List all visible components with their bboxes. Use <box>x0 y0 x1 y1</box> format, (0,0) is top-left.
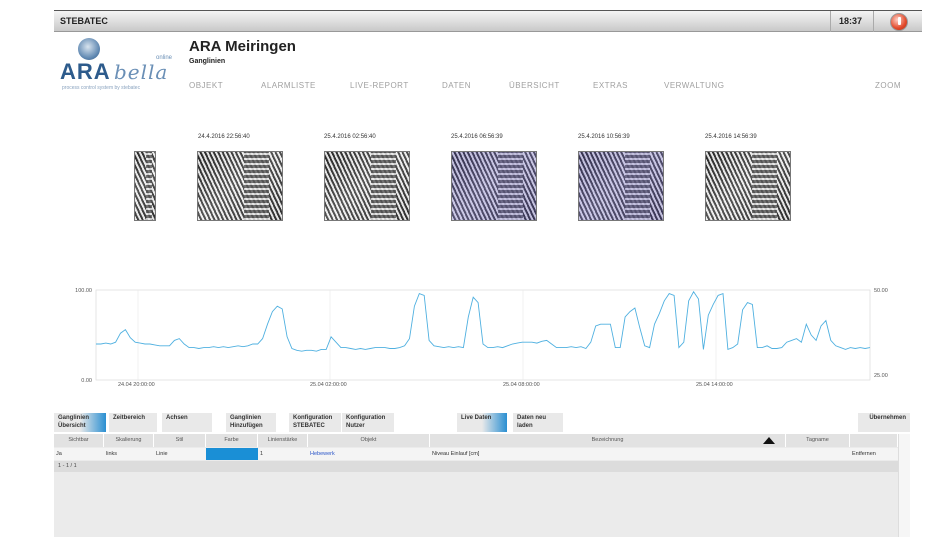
nav-objekt[interactable]: OBJEKT <box>189 81 223 90</box>
cell-bezeichnung: Niveau Einlauf [cm] <box>430 448 786 460</box>
y2-tick-label: 25.00 <box>874 373 888 379</box>
clock-box: 18:37 <box>830 11 874 32</box>
x-tick-label: 25.04 08:00:00 <box>503 382 540 388</box>
column-header-linienstaerke[interactable]: Linienstärke <box>258 434 308 447</box>
uebernehmen-button[interactable]: Übernehmen <box>858 413 910 432</box>
table-scrollbar[interactable] <box>898 434 910 537</box>
cell-linienstaerke[interactable]: 1 <box>258 448 308 460</box>
clock-time: 18:37 <box>839 16 863 26</box>
cell-stil[interactable]: Linie <box>154 448 206 460</box>
cell-skalierung[interactable]: links <box>104 448 154 460</box>
camera-image[interactable] <box>451 151 537 221</box>
ganglinien-uebersicht-button[interactable]: Ganglinien Übersicht <box>54 413 106 432</box>
ganglinien-hinzufuegen-button[interactable]: Ganglinien Hinzufügen <box>226 413 276 432</box>
nav-uebersicht[interactable]: ÜBERSICHT <box>509 81 560 90</box>
camera-image[interactable] <box>197 151 283 221</box>
logo-tagline: process control system by stebatec <box>62 85 141 91</box>
x-tick-label: 24.04 20:00:00 <box>118 382 155 388</box>
column-header-tagname[interactable]: Tagname <box>786 434 850 447</box>
arabella-logo[interactable]: ARA bella online process control system … <box>60 38 173 94</box>
cell-sichtbar[interactable]: Ja <box>54 448 104 460</box>
daten-neu-laden-button[interactable]: Daten neu laden <box>513 413 563 432</box>
nav-alarmliste[interactable]: ALARMLISTE <box>261 81 316 90</box>
top-bar: STEBATEC 18:37 <box>54 10 922 32</box>
pager-bar <box>54 461 898 472</box>
column-header-bezeichnung[interactable]: Bezeichnung <box>430 434 786 447</box>
series-table: Sichtbar Skalierung Stil Farbe Linienstä… <box>54 434 898 537</box>
nav-extras[interactable]: EXTRAS <box>593 81 628 90</box>
column-header-stil[interactable]: Stil <box>154 434 206 447</box>
konfiguration-stebatec-button[interactable]: Konfiguration STEBATEC <box>289 413 341 432</box>
camera-image[interactable] <box>324 151 410 221</box>
camera-image-partial[interactable] <box>134 151 156 221</box>
sort-ascending-icon[interactable] <box>763 437 775 444</box>
cell-tagname <box>786 448 850 460</box>
live-daten-button[interactable]: Live Daten <box>457 413 507 432</box>
logo-word-italic: bella <box>114 60 169 84</box>
x-tick-label: 25.04 14:00:00 <box>696 382 733 388</box>
logo-word: ARA <box>60 59 111 84</box>
ganglinien-chart[interactable]: 100.00 0.00 50.00 25.00 24.04 20:00:00 25.04 … <box>54 282 920 392</box>
y-tick-label: 0.00 <box>81 378 92 384</box>
camera-timestamp: 25.4.2016 06:56:39 <box>451 134 503 140</box>
column-header-skalierung[interactable]: Skalierung <box>104 434 154 447</box>
camera-timestamp: 25.4.2016 10:56:39 <box>578 134 630 140</box>
nav-daten[interactable]: DATEN <box>442 81 471 90</box>
camera-timestamp: 24.4.2016 22:56:40 <box>198 134 250 140</box>
plot-area <box>95 289 871 381</box>
page-title: ARA Meiringen <box>189 38 296 55</box>
y2-tick-label: 50.00 <box>874 288 888 294</box>
column-header-objekt[interactable]: Objekt <box>308 434 430 447</box>
camera-timestamp: 25.4.2016 02:56:40 <box>324 134 376 140</box>
achsen-button[interactable]: Achsen <box>162 413 212 432</box>
konfiguration-nutzer-button[interactable]: Konfiguration Nutzer <box>342 413 394 432</box>
camera-timestamp: 25.4.2016 14:56:39 <box>705 134 757 140</box>
brand-label: STEBATEC <box>60 16 108 26</box>
cell-objekt-link[interactable]: Hebewerk <box>308 448 430 460</box>
page-subtitle: Ganglinien <box>189 58 226 65</box>
column-header-sichtbar[interactable]: Sichtbar <box>54 434 104 447</box>
entfernen-button[interactable]: Entfernen <box>850 448 898 460</box>
column-header-action <box>850 434 898 447</box>
y-tick-label: 100.00 <box>75 288 92 294</box>
pager-label: 1 - 1 / 1 <box>58 463 77 469</box>
nav-zoom[interactable]: ZOOM <box>875 81 901 90</box>
column-header-farbe[interactable]: Farbe <box>206 434 258 447</box>
logo-online: online <box>156 55 173 61</box>
logo-disc-icon <box>78 38 100 60</box>
camera-image[interactable] <box>578 151 664 221</box>
nav-verwaltung[interactable]: VERWALTUNG <box>664 81 724 90</box>
logout-icon[interactable] <box>890 13 908 31</box>
camera-image[interactable] <box>705 151 791 221</box>
zeitbereich-button[interactable]: Zeitbereich <box>109 413 157 432</box>
x-tick-label: 25.04 02:00:00 <box>310 382 347 388</box>
nav-live-report[interactable]: LIVE-REPORT <box>350 81 409 90</box>
cell-farbe-swatch[interactable] <box>206 448 258 460</box>
